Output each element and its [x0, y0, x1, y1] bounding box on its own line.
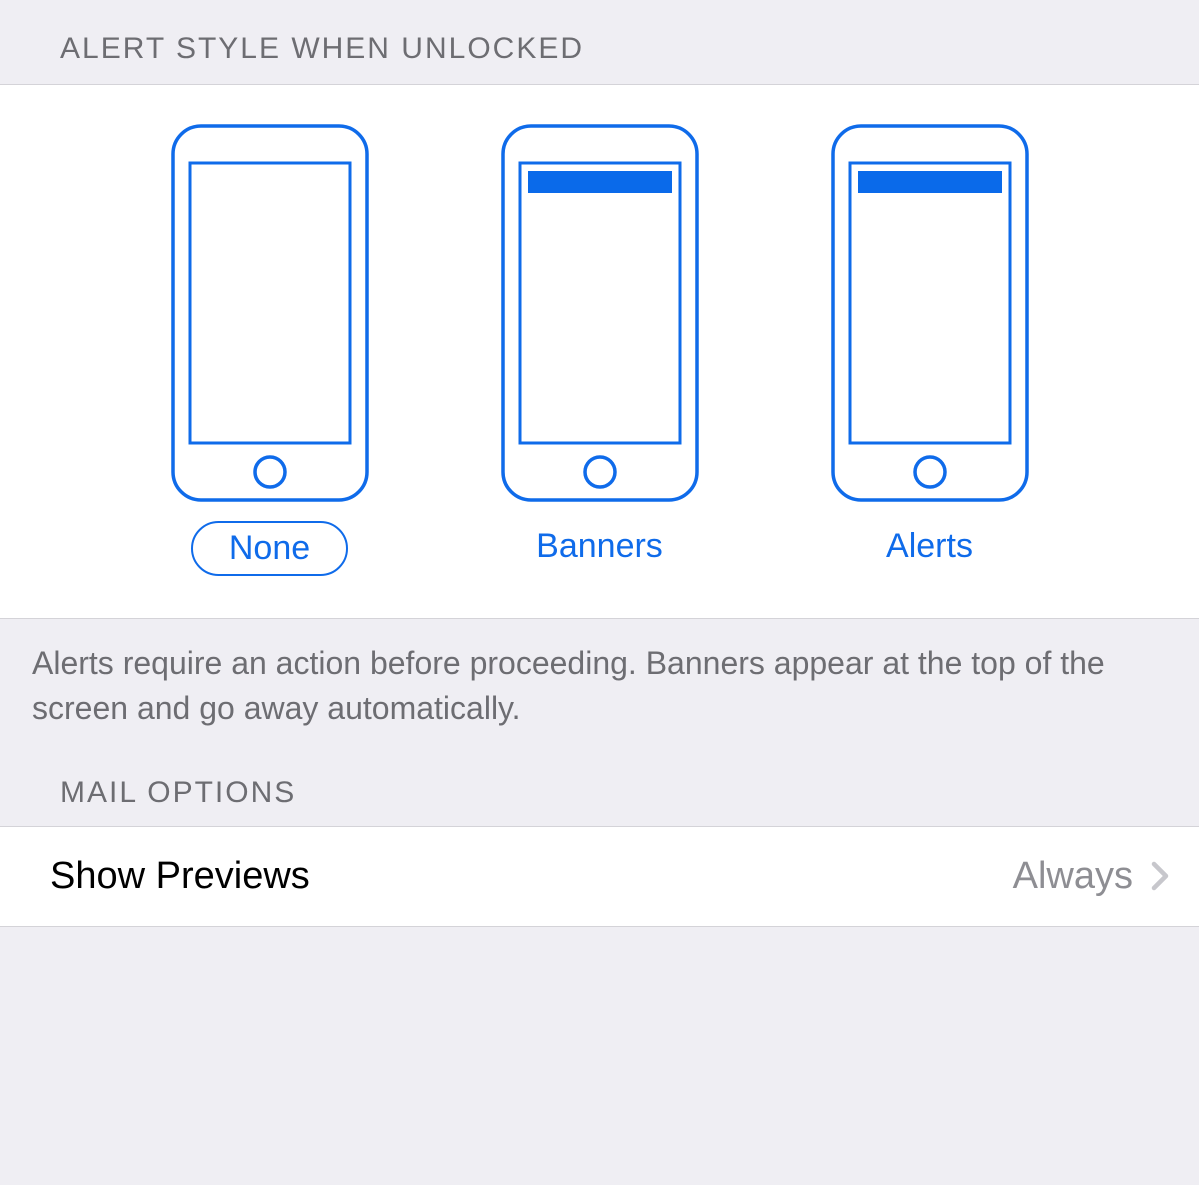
- alert-style-label-none: None: [191, 521, 348, 576]
- phone-alerts-icon: [830, 123, 1030, 503]
- show-previews-row[interactable]: Show Previews Always: [0, 826, 1199, 927]
- alert-style-option-alerts[interactable]: Alerts: [830, 123, 1030, 576]
- phone-banners-icon: [500, 123, 700, 503]
- show-previews-value: Always: [1013, 855, 1133, 898]
- alert-style-label-alerts: Alerts: [850, 521, 1009, 572]
- alert-style-section-header: ALERT STYLE WHEN UNLOCKED: [0, 0, 1199, 84]
- show-previews-value-container: Always: [1013, 855, 1169, 898]
- alert-style-option-none[interactable]: None: [170, 123, 370, 576]
- phone-none-icon: [170, 123, 370, 503]
- bottom-spacer: [0, 927, 1199, 997]
- alert-style-footer-text: Alerts require an action before proceedi…: [0, 619, 1199, 732]
- show-previews-label: Show Previews: [50, 855, 310, 898]
- alert-style-option-banners[interactable]: Banners: [500, 123, 700, 576]
- alert-style-label-banners: Banners: [500, 521, 699, 572]
- alert-style-options-row: None Banners Alerts: [0, 85, 1199, 618]
- alert-style-panel: None Banners Alerts: [0, 84, 1199, 619]
- mail-options-section-header: MAIL OPTIONS: [0, 732, 1199, 826]
- chevron-right-icon: [1151, 861, 1169, 891]
